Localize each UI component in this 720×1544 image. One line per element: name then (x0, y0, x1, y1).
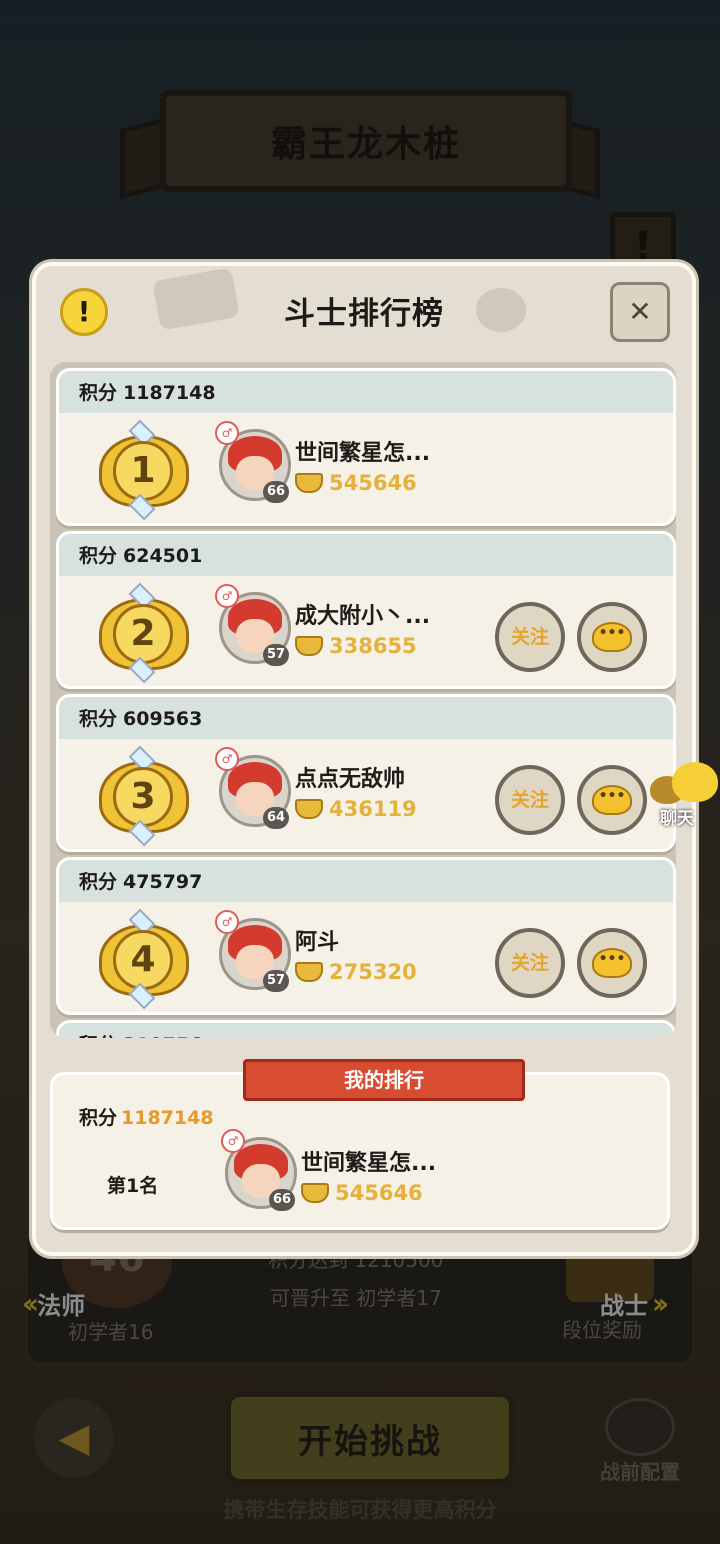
leaderboard-row: 积分 1187148 1 ♂ 66 世间繁星怎... 545646 (56, 368, 676, 526)
player-level: 66 (263, 481, 289, 503)
leaderboard-row: 积分 609563 3 ♂ 64 点点无敌帅 436119 关注 ••• (56, 694, 676, 852)
leaderboard-row: 积分310756 (56, 1020, 676, 1038)
my-rank-ribbon: 我的排行 (243, 1059, 525, 1101)
gender-icon: ♂ (215, 421, 239, 445)
rank-number: 4 (113, 930, 173, 990)
rank-number: 2 (113, 604, 173, 664)
player-name: 世间繁星怎... (295, 441, 431, 466)
gold-ingot-icon (295, 473, 323, 493)
my-power: 545646 (301, 1181, 423, 1205)
player-name: 成大附小丶... (295, 604, 431, 629)
row-score: 积分310756 (59, 1023, 673, 1038)
floating-chat-label: 聊天 (660, 809, 694, 829)
player-power: 436119 (295, 797, 417, 821)
chat-button[interactable]: ••• (577, 602, 647, 672)
rank-badge-icon: 3 (99, 745, 189, 847)
player-name: 阿斗 (295, 930, 340, 955)
my-name: 世间繁星怎... (301, 1151, 437, 1176)
gold-ingot-icon (295, 962, 323, 982)
row-score: 积分 624501 (59, 534, 673, 576)
chat-button[interactable]: ••• (577, 765, 647, 835)
player-power: 275320 (295, 960, 417, 984)
player-name: 点点无敌帅 (295, 767, 406, 792)
follow-button[interactable]: 关注 (495, 765, 565, 835)
row-score: 积分 475797 (59, 860, 673, 902)
leaderboard-row: 积分 624501 2 ♂ 57 成大附小丶... 338655 关注 ••• (56, 531, 676, 689)
close-icon: ✕ (628, 295, 652, 328)
player-level: 64 (263, 807, 289, 829)
my-rank-text: 第1名 (107, 1175, 159, 1197)
rank-badge-icon: 2 (99, 582, 189, 684)
gender-icon: ♂ (215, 584, 239, 608)
player-power: 338655 (295, 634, 417, 658)
smiley-bubble-icon (672, 762, 718, 802)
rank-number: 1 (113, 441, 173, 501)
rank-badge-icon: 1 (99, 419, 189, 521)
close-button[interactable]: ✕ (610, 282, 670, 342)
follow-button[interactable]: 关注 (495, 602, 565, 672)
gender-icon: ♂ (215, 910, 239, 934)
chat-button[interactable]: ••• (577, 928, 647, 998)
leaderboard-dialog: ! 斗士排行榜 ✕ 积分 1187148 1 ♂ 66 世间繁星怎... 5456… (32, 262, 696, 1256)
player-level: 57 (263, 970, 289, 992)
my-rank-panel: 我的排行 积分 1187148 第1名 ♂ 66 世间繁星怎... 545646 (50, 1059, 670, 1230)
gold-ingot-icon (301, 1183, 329, 1203)
gender-icon: ♂ (221, 1129, 245, 1153)
rank-badge-icon: 4 (99, 908, 189, 1010)
floating-chat-button[interactable]: 聊天 (650, 762, 720, 832)
my-level: 66 (269, 1189, 295, 1211)
chat-bubble-icon: ••• (592, 785, 632, 815)
gold-ingot-icon (295, 636, 323, 656)
player-power: 545646 (295, 471, 417, 495)
chat-bubble-icon: ••• (592, 948, 632, 978)
leaderboard-row: 积分 475797 4 ♂ 57 阿斗 275320 关注 ••• (56, 857, 676, 1015)
row-score: 积分 609563 (59, 697, 673, 739)
follow-button[interactable]: 关注 (495, 928, 565, 998)
row-score: 积分 1187148 (59, 371, 673, 413)
player-level: 57 (263, 644, 289, 666)
dialog-title: 斗士排行榜 (284, 296, 444, 332)
chat-bubble-icon: ••• (592, 622, 632, 652)
rank-number: 3 (113, 767, 173, 827)
gender-icon: ♂ (215, 747, 239, 771)
gold-ingot-icon (295, 799, 323, 819)
leaderboard-list[interactable]: 积分 1187148 1 ♂ 66 世间繁星怎... 545646 积分 62450… (50, 362, 676, 1038)
my-score: 积分 1187148 (79, 1107, 214, 1129)
